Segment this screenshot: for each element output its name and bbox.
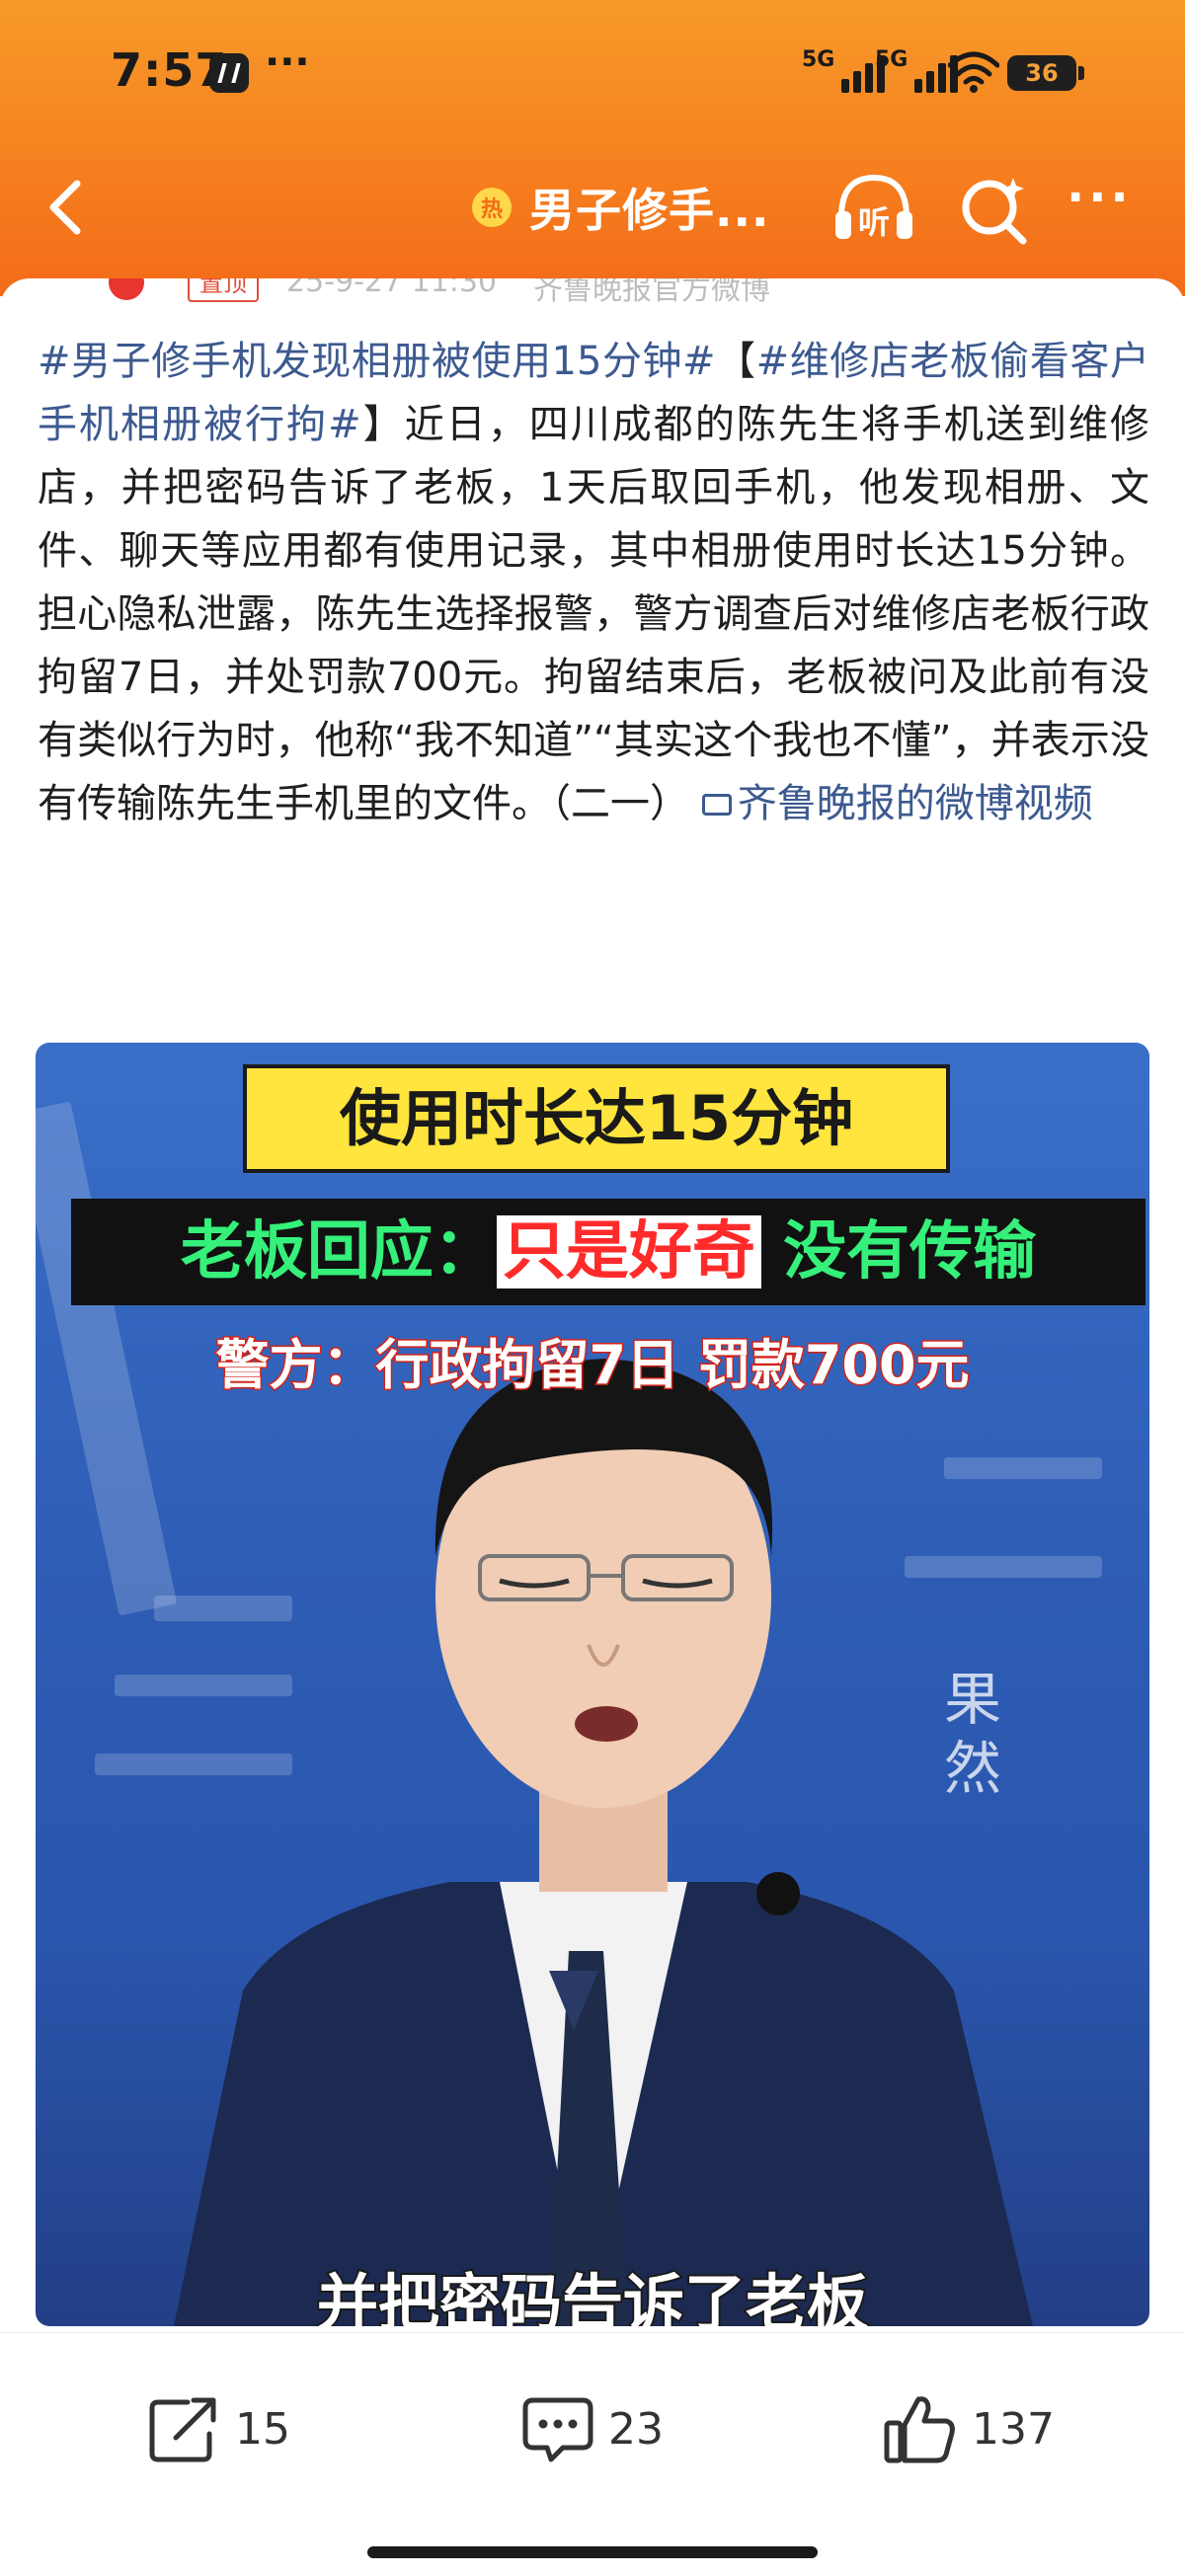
pinned-badge: 置顶 bbox=[188, 278, 259, 302]
bracket-text: 【 bbox=[715, 339, 756, 384]
page-title-wrap: 热 男子修手... bbox=[472, 178, 769, 237]
battery-indicator: 36 bbox=[1007, 55, 1084, 91]
post-source: 齐鲁晚报官方微博 bbox=[533, 278, 770, 307]
video-watermark: 果然 bbox=[944, 1666, 1002, 1802]
nav-bar: 热 男子修手... 听 ··· bbox=[0, 168, 1185, 247]
post-content-text: 】近日，四川成都的陈先生将手机送到维修店，并把密码告诉了老板，1天后取回手机，他… bbox=[38, 402, 1150, 826]
wifi-icon bbox=[948, 51, 999, 93]
like-count: 137 bbox=[972, 2403, 1055, 2455]
post-meta: 置顶 25-9-27 11:30 齐鲁晚报官方微博 bbox=[30, 278, 918, 307]
subtitle-2-part-c: 没有传输 bbox=[783, 1215, 1037, 1288]
more-options-button[interactable]: ··· bbox=[1066, 174, 1146, 237]
video-link-text: 齐鲁晚报的微博视频 bbox=[737, 781, 1093, 826]
repost-count: 15 bbox=[235, 2403, 290, 2455]
video-subtitle-3: 警方：行政拘留7日 罚款700元 bbox=[214, 1333, 971, 1398]
top-header: 7:57 ··· 5G 5G 36 热 男子修手... 听 ··· bbox=[0, 0, 1185, 296]
subtitle-2-part-a: 老板回应： bbox=[180, 1215, 497, 1288]
page-title: 男子修手... bbox=[529, 184, 770, 237]
network-label: 5G bbox=[875, 47, 908, 72]
post-body: #男子修手机发现相册被使用15分钟#【#维修店老板偷看客户手机相册被行拘#】近日… bbox=[38, 330, 1149, 835]
video-link[interactable]: 齐鲁晚报的微博视频 bbox=[701, 781, 1093, 826]
listen-button[interactable]: 听 bbox=[830, 168, 918, 247]
search-icon[interactable] bbox=[958, 172, 1031, 245]
signal-icon: 5G bbox=[802, 47, 885, 97]
post-time: 25-9-27 11:30 bbox=[286, 278, 498, 299]
comment-icon bbox=[522, 2397, 593, 2462]
repost-button[interactable]: 15 bbox=[148, 2394, 290, 2463]
repost-icon bbox=[149, 2397, 216, 2462]
video-caption: 并把密码告诉了老板 bbox=[315, 2265, 870, 2326]
subtitle-2-part-b: 只是好奇 bbox=[496, 1215, 761, 1288]
back-button[interactable] bbox=[30, 168, 109, 247]
action-bar: 15 23 137 bbox=[0, 2332, 1185, 2576]
video-link-icon bbox=[701, 794, 732, 816]
status-dots: ··· bbox=[265, 39, 310, 85]
video-player[interactable]: 使用时长达15分钟 老板回应：只是好奇 没有传输 警方：行政拘留7日 罚款700… bbox=[36, 1043, 1149, 2326]
network-label: 5G bbox=[802, 47, 835, 72]
microphone-icon bbox=[756, 1872, 800, 1915]
comment-count: 23 bbox=[608, 2403, 664, 2455]
comment-button[interactable]: 23 bbox=[521, 2394, 664, 2463]
app-notification-icon bbox=[209, 53, 249, 93]
status-bar: 7:57 ··· 5G 5G 36 bbox=[0, 39, 1185, 109]
thumbs-up-icon bbox=[884, 2396, 955, 2463]
listen-label: 听 bbox=[858, 203, 890, 241]
hot-icon: 热 bbox=[472, 188, 512, 227]
post-card: 置顶 25-9-27 11:30 齐鲁晚报官方微博 #男子修手机发现相册被使用1… bbox=[0, 278, 1185, 2332]
video-subtitle-2: 老板回应：只是好奇 没有传输 bbox=[71, 1199, 1146, 1305]
home-indicator[interactable] bbox=[367, 2546, 818, 2558]
signal-icon: 5G bbox=[875, 47, 958, 97]
topic-link[interactable]: #男子修手机发现相册被使用15分钟# bbox=[38, 339, 716, 384]
video-subtitle-1: 使用时长达15分钟 bbox=[243, 1064, 950, 1173]
avatar[interactable] bbox=[109, 278, 144, 300]
like-button[interactable]: 137 bbox=[883, 2394, 1055, 2463]
